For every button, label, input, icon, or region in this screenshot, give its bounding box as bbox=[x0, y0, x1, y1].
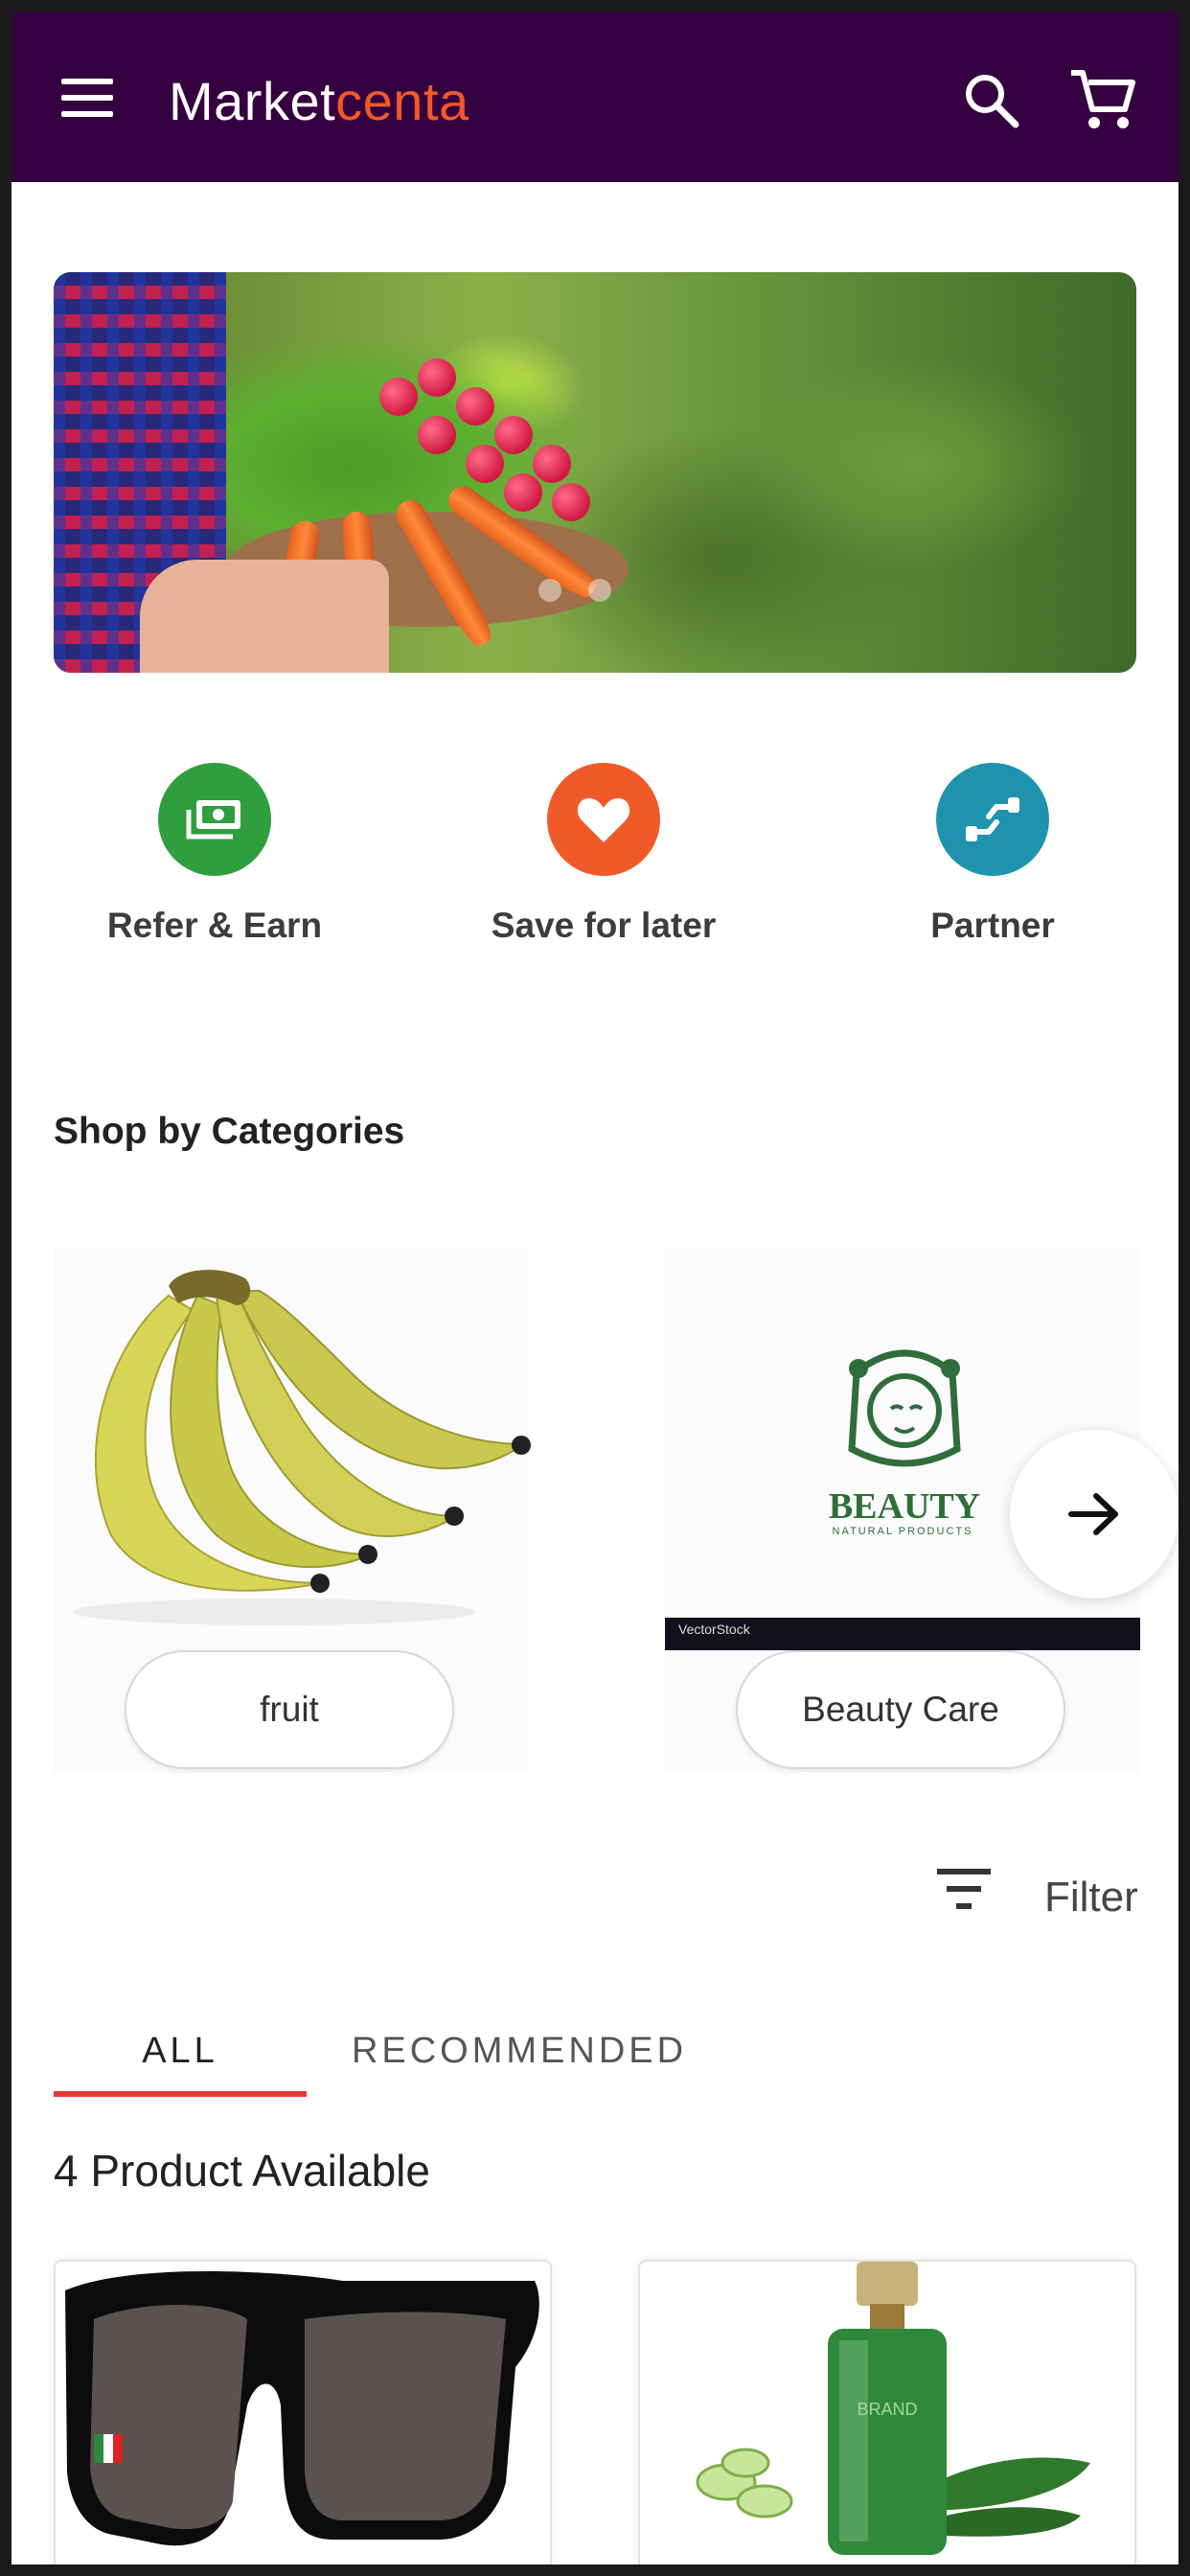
save-for-later-button[interactable]: Save for later bbox=[460, 763, 747, 947]
sunglasses-image bbox=[65, 2271, 539, 2546]
app-screen: Marketcenta Refer & Earn Save for later … bbox=[11, 12, 1179, 2564]
banner-radish bbox=[379, 378, 418, 416]
menu-icon[interactable] bbox=[61, 79, 115, 117]
quick-action-label: Save for later bbox=[491, 906, 717, 945]
filter-label: Filter bbox=[1044, 1874, 1138, 1920]
quick-action-label: Refer & Earn bbox=[106, 906, 323, 945]
category-label-pill[interactable]: Beauty Care bbox=[736, 1650, 1065, 1769]
product-card[interactable] bbox=[54, 2260, 552, 2564]
heart-icon bbox=[547, 763, 660, 876]
banner-radish bbox=[418, 358, 456, 397]
quick-action-label: Partner bbox=[930, 906, 1055, 945]
brand-accent: centa bbox=[335, 71, 469, 131]
category-label-pill[interactable]: fruit bbox=[125, 1650, 454, 1769]
cart-icon[interactable] bbox=[1067, 65, 1138, 136]
tab-all[interactable]: ALL bbox=[54, 2005, 307, 2097]
app-bar: Marketcenta bbox=[11, 12, 1179, 182]
tab-indicator bbox=[54, 2091, 307, 2097]
perfume-bottle-image: BRAND bbox=[696, 2262, 1090, 2555]
pagination-dot[interactable] bbox=[588, 579, 611, 602]
categories-title: Shop by Categories bbox=[54, 1111, 405, 1152]
beauty-logo-text: BEAUTY bbox=[829, 1486, 980, 1526]
promo-banner[interactable] bbox=[54, 272, 1136, 673]
banner-radish bbox=[533, 445, 571, 483]
banner-radish bbox=[494, 416, 533, 454]
banner-pagination bbox=[538, 579, 611, 602]
money-icon bbox=[158, 763, 271, 876]
search-icon[interactable] bbox=[960, 69, 1023, 132]
app-logo: Marketcenta bbox=[169, 71, 469, 132]
beauty-logo-image: BEAUTY bbox=[829, 1349, 980, 1526]
pagination-dot[interactable] bbox=[538, 579, 561, 602]
filter-button[interactable]: Filter bbox=[937, 1863, 1148, 1930]
watermark-text: VectorStock bbox=[678, 1622, 750, 1637]
banner-radish bbox=[466, 445, 504, 483]
bananas-image bbox=[73, 1269, 531, 1625]
product-count: 4 Product Available bbox=[54, 2146, 430, 2196]
banner-radish bbox=[552, 483, 590, 521]
brand-main: Market bbox=[169, 71, 336, 131]
bottle-brand-text: BRAND bbox=[857, 2400, 917, 2419]
watermark-bar: VectorStock bbox=[665, 1618, 1140, 1650]
refer-earn-button[interactable]: Refer & Earn bbox=[71, 763, 358, 947]
tab-recommended[interactable]: RECOMMENDED bbox=[328, 2005, 711, 2097]
banner-radish bbox=[418, 416, 456, 454]
handshake-icon bbox=[936, 763, 1049, 876]
product-card[interactable]: BRAND bbox=[638, 2260, 1136, 2564]
next-arrow-button[interactable] bbox=[1010, 1430, 1179, 1598]
filter-icon bbox=[937, 1869, 991, 1909]
arrow-right-icon bbox=[1068, 1493, 1118, 1535]
partner-button[interactable]: Partner bbox=[849, 763, 1136, 947]
category-card-fruit[interactable]: fruit bbox=[54, 1248, 531, 1773]
banner-hand bbox=[140, 560, 389, 673]
banner-radish bbox=[504, 473, 542, 512]
banner-radish bbox=[456, 387, 494, 426]
